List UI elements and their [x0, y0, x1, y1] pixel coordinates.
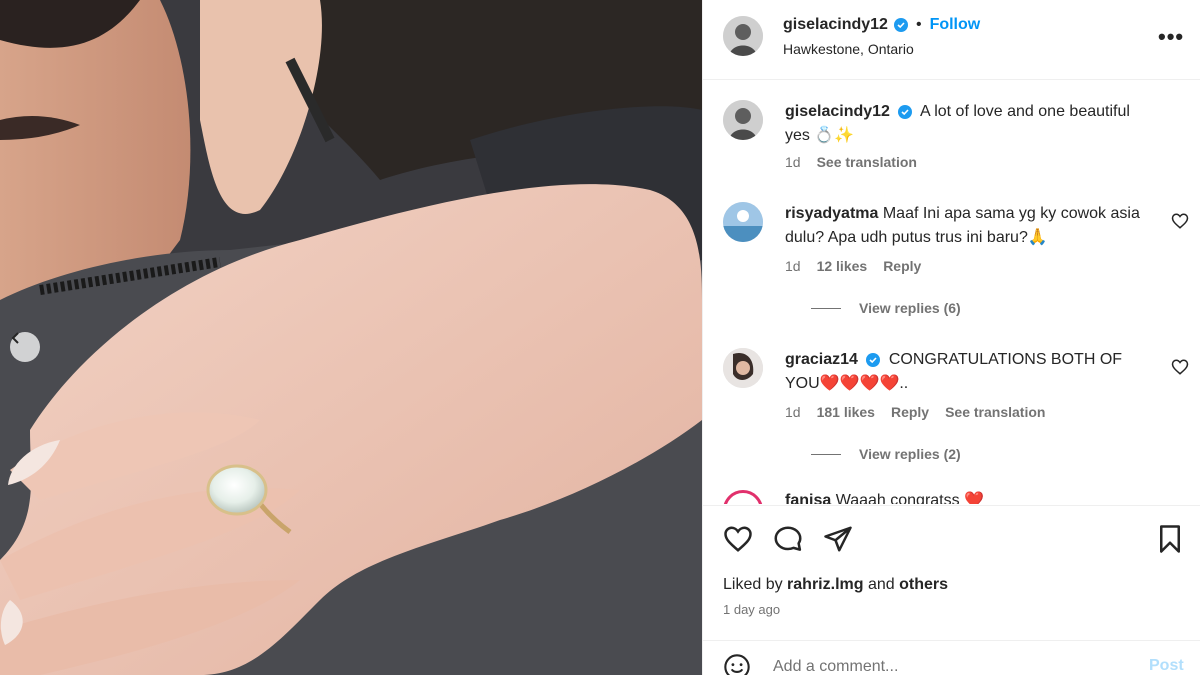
comment-text: risyadyatma Maaf Ini apa sama yg ky cowo…	[785, 202, 1155, 250]
save-bookmark-icon[interactable]	[1155, 524, 1185, 554]
replies-divider	[811, 307, 841, 309]
comment-time: 1d	[785, 404, 801, 420]
caption-text: giselacindy12 A lot of love and one beau…	[785, 100, 1155, 148]
post-comment-button[interactable]: Post	[1149, 657, 1184, 675]
verified-badge-icon	[893, 18, 908, 32]
profile-photo-icon	[723, 16, 763, 56]
comment-likes[interactable]: 181 likes	[817, 404, 875, 420]
comment-body: Waaah congratss ❤️	[835, 492, 984, 504]
carousel-previous-button[interactable]	[10, 332, 40, 362]
chevron-left-icon	[11, 332, 19, 344]
profile-photo-icon	[723, 348, 763, 388]
view-replies-label: View replies (6)	[859, 300, 961, 316]
liked-by-others[interactable]: others	[899, 576, 948, 593]
comment-username[interactable]: fanisa	[785, 492, 831, 504]
comment-composer: Post	[703, 640, 1200, 675]
reply-button[interactable]: Reply	[891, 404, 929, 420]
post-sidebar: giselacindy12 • Follow Hawkestone, Ontar…	[702, 0, 1200, 675]
comment-likes[interactable]: 12 likes	[817, 258, 868, 274]
profile-photo-icon	[723, 202, 763, 242]
replies-divider	[811, 453, 841, 455]
comment-bubble-icon[interactable]	[773, 524, 803, 554]
comment-meta: 1d 12 likes Reply	[785, 258, 921, 274]
action-bar: Liked by rahriz.lmg and others 1 day ago	[703, 505, 1200, 625]
like-comment-heart-icon[interactable]	[1171, 212, 1189, 230]
author-username[interactable]: giselacindy12	[783, 16, 888, 34]
see-translation-link[interactable]: See translation	[945, 404, 1045, 420]
avatar[interactable]	[723, 348, 763, 388]
post-author: giselacindy12 • Follow	[783, 16, 980, 34]
avatar[interactable]	[723, 100, 763, 140]
liked-by-prefix: Liked by	[723, 576, 783, 593]
share-send-icon[interactable]	[823, 524, 853, 554]
avatar[interactable]	[723, 490, 763, 504]
liked-by: Liked by rahriz.lmg and others	[723, 576, 948, 594]
post-header: giselacindy12 • Follow Hawkestone, Ontar…	[703, 0, 1200, 80]
view-replies-button[interactable]: View replies (6)	[811, 300, 961, 316]
view-replies-button[interactable]: View replies (2)	[811, 446, 961, 462]
caption-time: 1d	[785, 154, 801, 170]
liked-by-and: and	[867, 576, 895, 593]
more-options-button[interactable]: •••	[1158, 24, 1184, 50]
caption-username[interactable]: giselacindy12	[785, 103, 890, 120]
comment-input[interactable]	[773, 655, 1123, 675]
liked-by-user[interactable]: rahriz.lmg	[787, 576, 863, 593]
comment-text: graciaz14 CONGRATULATIONS BOTH OF YOU❤️❤…	[785, 348, 1155, 396]
comment-username[interactable]: graciaz14	[785, 351, 858, 368]
verified-badge-icon	[866, 353, 881, 367]
view-replies-label: View replies (2)	[859, 446, 961, 462]
profile-photo-icon	[723, 100, 763, 140]
separator-dot: •	[915, 16, 922, 33]
post-location[interactable]: Hawkestone, Ontario	[783, 41, 914, 57]
see-translation-link[interactable]: See translation	[817, 154, 917, 170]
comment-time: 1d	[785, 258, 801, 274]
caption-meta: 1d See translation	[785, 154, 917, 170]
comment-text: fanisa Waaah congratss ❤️	[785, 490, 984, 504]
comment-meta: 1d 181 likes Reply See translation	[785, 404, 1045, 420]
verified-badge-icon	[898, 105, 913, 119]
comment-username[interactable]: risyadyatma	[785, 205, 878, 222]
follow-button[interactable]: Follow	[930, 16, 981, 34]
engagement-ring-photo	[0, 0, 702, 675]
post-timestamp[interactable]: 1 day ago	[723, 602, 780, 617]
emoji-icon[interactable]	[723, 653, 751, 675]
avatar[interactable]	[723, 202, 763, 242]
like-comment-heart-icon[interactable]	[1171, 358, 1189, 376]
reply-button[interactable]: Reply	[883, 258, 921, 274]
like-heart-icon[interactable]	[723, 524, 753, 554]
comment-item-partial: fanisa Waaah congratss ❤️	[703, 488, 1200, 504]
avatar[interactable]	[723, 16, 763, 56]
post-photo[interactable]	[0, 0, 702, 675]
